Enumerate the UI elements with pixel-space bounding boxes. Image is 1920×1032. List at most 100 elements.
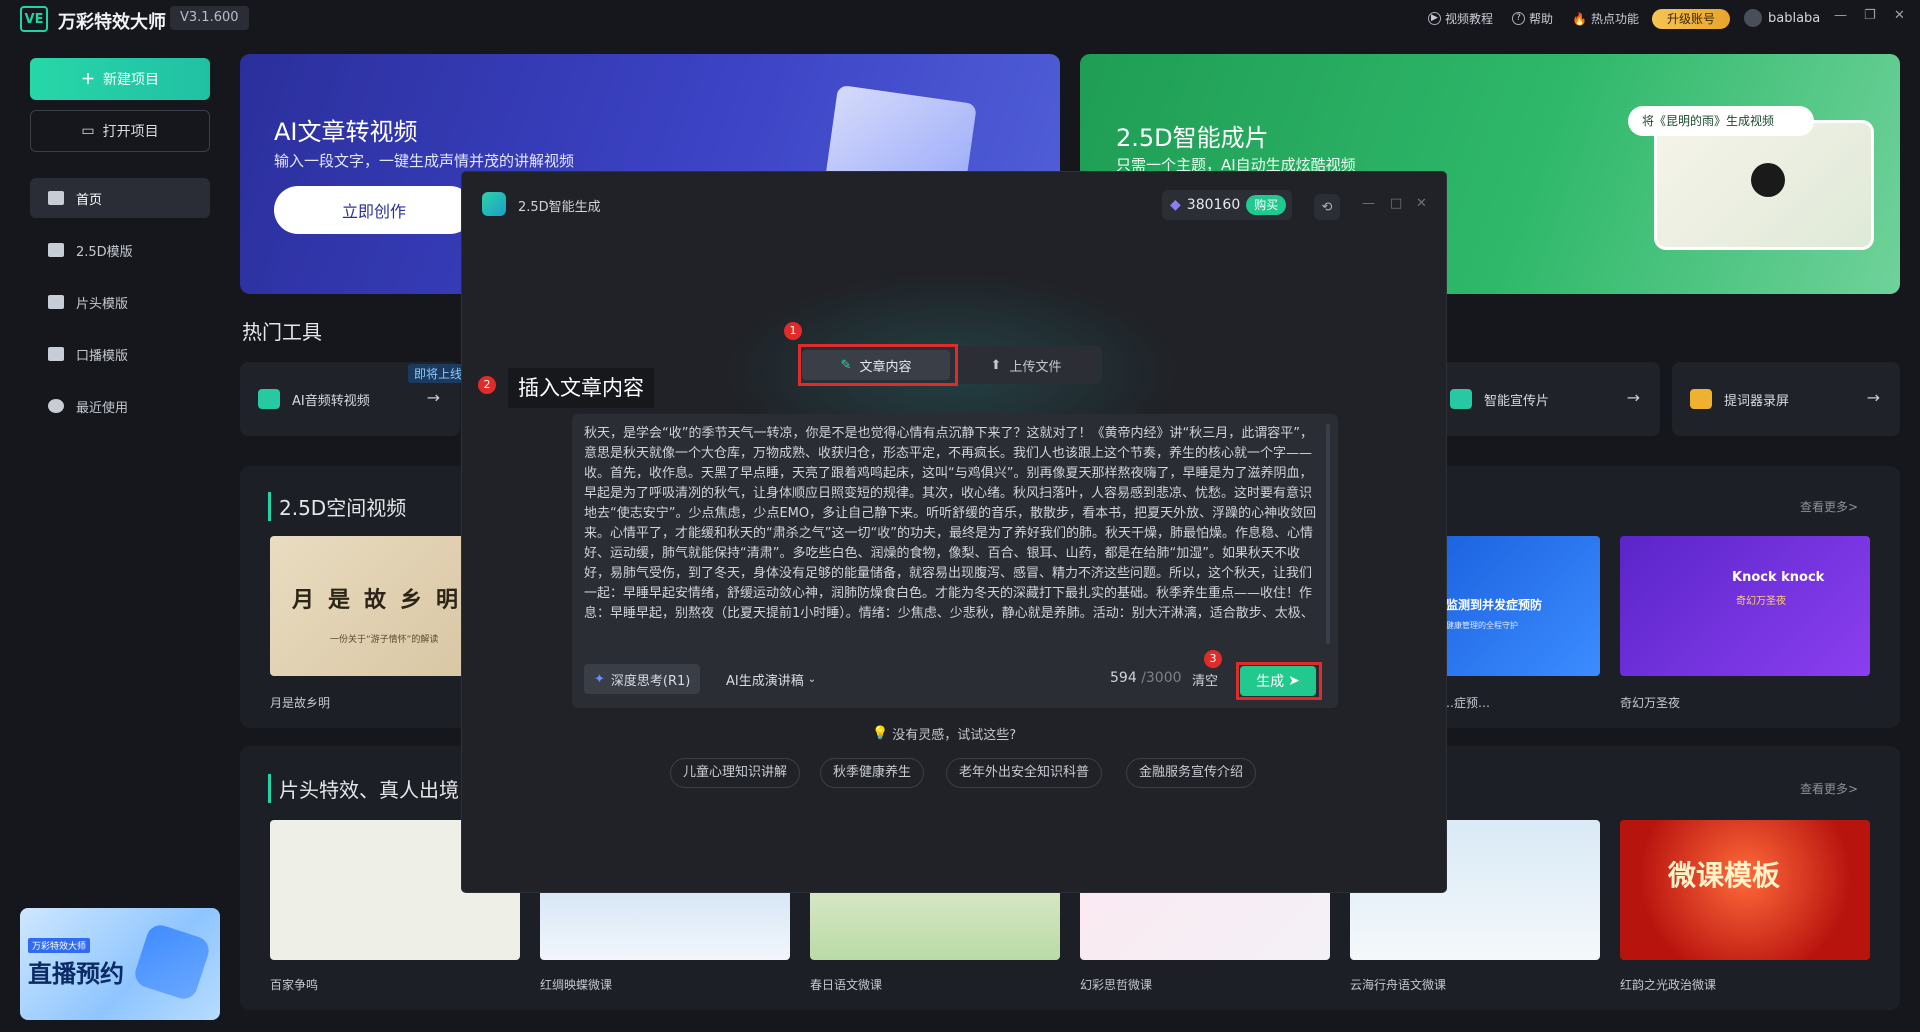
play-icon [1751, 163, 1785, 197]
template-caption: 春日语文微课 [810, 978, 883, 992]
sidebar-item-label: 口播模版 [76, 348, 129, 364]
help-link[interactable]: ? 帮助 [1512, 10, 1553, 27]
hot-tools-title: 热门工具 [242, 320, 322, 344]
credits-widget: ◆ 380160 购买 [1162, 190, 1293, 220]
inspiration-hint-label: 没有灵感，试试这些? [892, 728, 1017, 743]
video-tutorial-link[interactable]: ▶ 视频教程 [1428, 10, 1493, 27]
character-count: 594 /3000 [1110, 670, 1182, 686]
live-banner-text: 直播预约 [28, 960, 124, 988]
promo-video-icon [1450, 389, 1472, 409]
section-title: 2.5D空间视频 [268, 492, 406, 521]
editor-scrollbar[interactable] [1326, 424, 1330, 644]
plus-icon: ＋ [81, 72, 95, 88]
sidebar-item-label: 最近使用 [76, 400, 129, 416]
template-thumb[interactable]: 监测到并发症预防 健康管理的全程守护 [1442, 536, 1600, 676]
tool-label: 智能宣传片 [1484, 393, 1550, 409]
annotation-highlight-generate [1236, 662, 1322, 700]
banner-title: AI文章转视频 [274, 118, 418, 146]
annotation-marker-2: 2 [478, 376, 496, 394]
ai-script-dropdown[interactable]: AI生成演讲稿 ⌄ [716, 664, 826, 694]
tool-label: 提词器录屏 [1724, 393, 1790, 409]
presenter-icon [48, 347, 64, 361]
thumb-title: Knock knock [1732, 570, 1825, 585]
suggestion-chip[interactable]: 老年外出安全知识科普 [946, 758, 1103, 788]
tab-upload-file[interactable]: ⬆ 上传文件 [954, 350, 1098, 380]
template-caption: 红绸映蝶微课 [540, 978, 613, 992]
home-icon [48, 191, 64, 205]
suggestion-chip[interactable]: 金融服务宣传介绍 [1126, 758, 1257, 788]
arrow-right-icon: → [1626, 388, 1640, 407]
thumb-subtitle: 一份关于“游子情怀”的解读 [330, 635, 439, 645]
clear-button[interactable]: 清空 [1192, 670, 1218, 689]
smart-25d-dialog: 2.5D智能生成 ◆ 380160 购买 ⟲ — □ ✕ 1 ✎ 文章内容 ⬆ … [462, 172, 1446, 892]
deep-think-toggle[interactable]: ✦ 深度思考(R1) [584, 664, 701, 694]
dialog-logo-icon [482, 192, 506, 216]
folder-icon: ▭ [81, 123, 95, 139]
open-project-button[interactable]: ▭ 打开项目 [30, 110, 210, 152]
coming-soon-badge: 即将上线 [408, 364, 469, 383]
app-logo: VE [20, 6, 48, 32]
view-more-link[interactable]: 查看更多> [1800, 498, 1858, 515]
sidebar-item-intro-template[interactable]: 片头模版 [30, 282, 210, 322]
sidebar-item-talk-template[interactable]: 口播模版 [30, 334, 210, 374]
minimize-button[interactable]: — [1834, 8, 1847, 23]
live-play-icon [131, 921, 213, 1003]
close-button[interactable]: ✕ [1894, 8, 1905, 23]
create-now-button[interactable]: 立即创作 [274, 186, 474, 234]
annotation-insert-article-label: 插入文章内容 [508, 368, 654, 408]
suggestion-chip[interactable]: 儿童心理知识讲解 [670, 758, 801, 788]
new-project-label: 新建项目 [103, 72, 159, 88]
deep-think-icon: ✦ [594, 671, 605, 687]
audio-video-icon [258, 389, 280, 409]
live-reservation-banner[interactable]: 万彩特效大师 直播预约 [20, 908, 220, 1020]
tool-smart-promo[interactable]: 智能宣传片 → [1432, 362, 1660, 436]
sidebar-item-25d-template[interactable]: 2.5D模版 [30, 230, 210, 270]
template-thumb[interactable]: Knock knock 奇幻万圣夜 [1620, 536, 1870, 676]
dialog-minimize-button[interactable]: — [1362, 196, 1375, 211]
upgrade-button[interactable]: 升级账号 [1652, 9, 1730, 29]
thumb-title: 月是故乡明 [292, 588, 473, 613]
article-editor: 秋天，是学会“收”的季节天气一转凉，你是不是也觉得心情有点沉静下来了？这就对了！… [572, 414, 1338, 708]
new-project-button[interactable]: ＋ 新建项目 [30, 58, 210, 100]
view-more-link[interactable]: 查看更多> [1800, 780, 1858, 797]
annotation-highlight-tab [798, 344, 958, 386]
tool-teleprompter[interactable]: 提词器录屏 → [1672, 362, 1900, 436]
arrow-right-icon: → [1866, 388, 1880, 407]
section-title: 片头特效、真人出境 [268, 774, 459, 803]
play-icon: ▶ [1428, 12, 1441, 25]
live-banner-tag: 万彩特效大师 [28, 938, 91, 953]
fire-icon: 🔥 [1572, 11, 1587, 26]
history-button[interactable]: ⟲ [1314, 194, 1340, 220]
sidebar-item-recent[interactable]: 最近使用 [30, 386, 210, 426]
template-thumb[interactable]: 微课模板 [1620, 820, 1870, 960]
user-menu[interactable]: bablaba [1744, 9, 1820, 27]
sidebar-item-home[interactable]: 首页 [30, 178, 210, 218]
thumb-subtitle: 健康管理的全程守护 [1446, 621, 1518, 630]
history-icon: ⟲ [1321, 199, 1333, 215]
article-textarea[interactable]: 秋天，是学会“收”的季节天气一转凉，你是不是也觉得心情有点沉静下来了？这就对了！… [584, 424, 1318, 644]
suggestion-chip[interactable]: 秋季健康养生 [820, 758, 925, 788]
chevron-down-icon: ⌄ [807, 673, 817, 685]
char-count-value: 594 [1110, 670, 1137, 686]
buy-button[interactable]: 购买 [1246, 195, 1287, 215]
dialog-maximize-button[interactable]: □ [1390, 196, 1402, 211]
hot-features-link[interactable]: 🔥 热点功能 [1572, 10, 1639, 27]
dialog-close-button[interactable]: ✕ [1416, 196, 1427, 211]
annotation-marker-3: 3 [1204, 650, 1222, 668]
maximize-button[interactable]: ❐ [1864, 8, 1876, 23]
sidebar-item-label: 片头模版 [76, 296, 129, 312]
credits-value: 380160 [1186, 197, 1241, 213]
version-badge: V3.1.600 [170, 6, 249, 30]
upload-file-icon: ⬆ [990, 357, 1002, 373]
template-caption: 幻彩思哲微课 [1080, 978, 1153, 992]
thumb-subtitle: 奇幻万圣夜 [1736, 596, 1786, 607]
clock-icon [48, 399, 64, 413]
arrow-right-icon: → [426, 388, 440, 407]
ai-script-label: AI生成演讲稿 [726, 673, 804, 689]
grid-icon [48, 295, 64, 309]
sample-video-card [1654, 120, 1874, 250]
help-label: 帮助 [1529, 12, 1554, 26]
banner-subtitle: 输入一段文字，一键生成声情并茂的讲解视频 [274, 152, 575, 170]
teleprompter-icon [1690, 389, 1712, 409]
lightbulb-icon: 💡 [872, 726, 889, 741]
